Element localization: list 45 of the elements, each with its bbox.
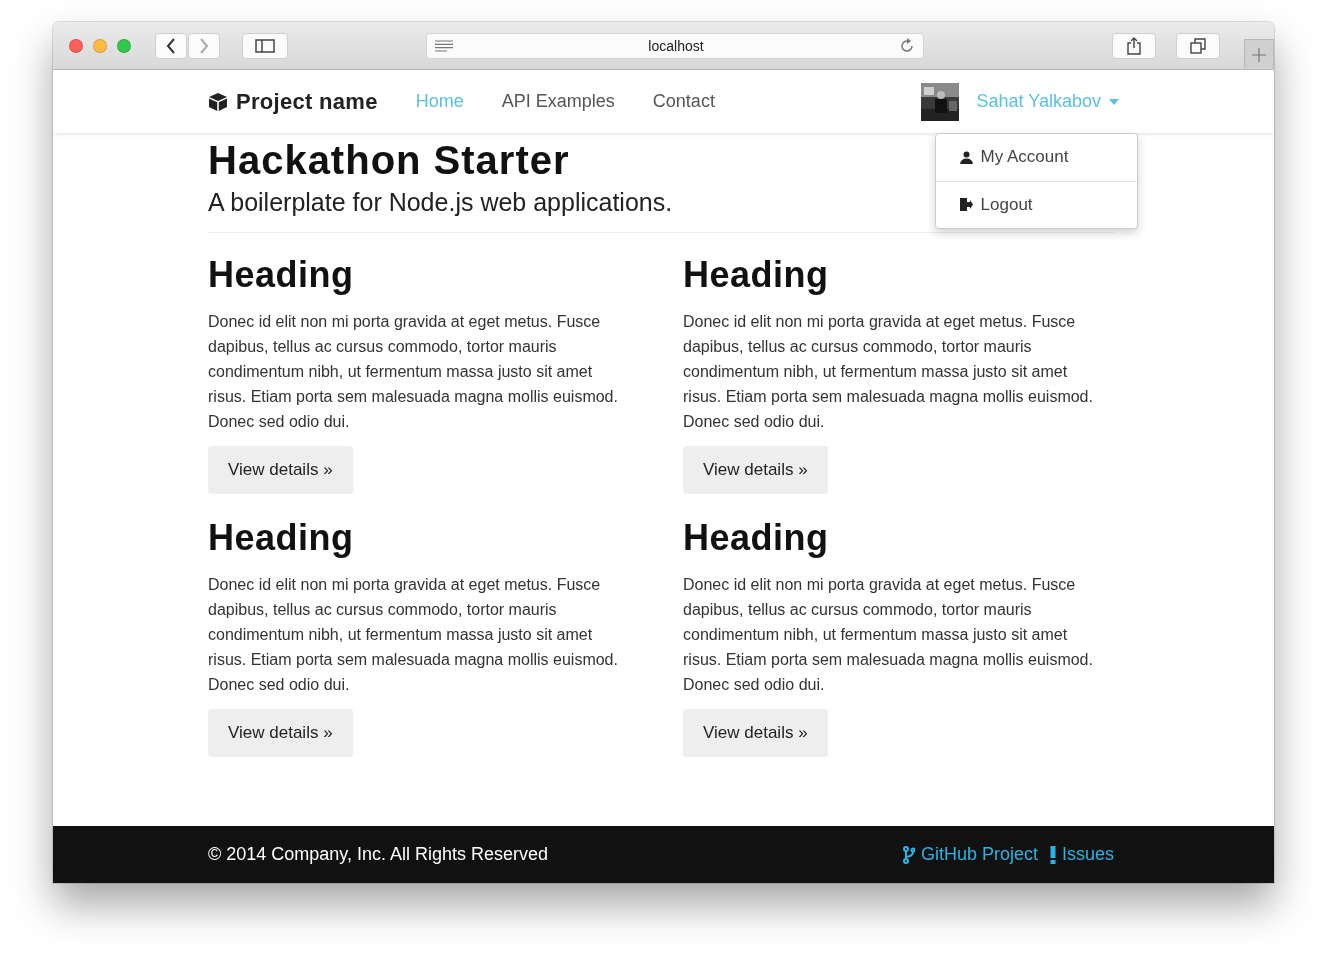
card-text: Donec id elit non mi porta gravida at eget metus. Fusce dapibus, tellus ac cursus commodo, tortor mauris condimentum nibh, ut fermentum massa justo sit amet risus. Etiam porta sem malesuada magna mollis euismod. Donec sed odio dui.	[683, 575, 1094, 695]
tabs-icon	[1190, 37, 1206, 54]
sidebar-button[interactable]	[242, 32, 288, 59]
reload-icon[interactable]	[899, 37, 915, 54]
card-heading: Heading	[208, 255, 354, 295]
branch-icon	[902, 845, 915, 864]
card-heading: Heading	[683, 518, 829, 558]
view-details-button[interactable]: View details »	[208, 709, 353, 757]
view-details-button[interactable]: View details »	[683, 709, 828, 757]
exclamation-icon	[1049, 845, 1056, 864]
plus-icon	[1252, 47, 1266, 62]
back-button[interactable]	[155, 32, 187, 59]
sidebar-icon	[255, 38, 275, 53]
url-text: localhost	[648, 37, 704, 54]
tabs-button[interactable]	[1176, 32, 1220, 59]
menu-item[interactable]: My Account	[935, 133, 1137, 181]
view-details-button[interactable]: View details »	[208, 446, 353, 494]
footer-link[interactable]: GitHub Project	[902, 844, 1038, 865]
logout-icon	[959, 198, 973, 211]
card-heading: Heading	[683, 255, 829, 295]
brand-link[interactable]: Project name	[208, 88, 378, 115]
share-icon	[1127, 36, 1141, 55]
chevron-right-icon	[199, 37, 209, 54]
page-title: Hackathon Starter	[208, 138, 570, 182]
page-subtitle: A boilerplate for Node.js web applications.	[208, 187, 673, 218]
address-bar[interactable]: localhost	[426, 32, 924, 59]
brand-name: Project name	[236, 88, 378, 115]
reader-icon[interactable]	[435, 39, 453, 52]
footer-link[interactable]: Issues	[1049, 844, 1114, 865]
close-button[interactable]	[69, 38, 83, 53]
share-button[interactable]	[1112, 32, 1156, 59]
user-icon	[959, 150, 973, 164]
card-text: Donec id elit non mi porta gravida at eget metus. Fusce dapibus, tellus ac cursus commodo, tortor mauris condimentum nibh, ut fermentum massa justo sit amet risus. Etiam porta sem malesuada magna mollis euismod. Donec sed odio dui.	[208, 575, 619, 695]
card-text: Donec id elit non mi porta gravida at eget metus. Fusce dapibus, tellus ac cursus commodo, tortor mauris condimentum nibh, ut fermentum massa justo sit amet risus. Etiam porta sem malesuada magna mollis euismod. Donec sed odio dui.	[208, 312, 619, 432]
cube-icon	[208, 91, 228, 112]
chevron-left-icon	[166, 37, 176, 54]
copyright-text: © 2014 Company, Inc. All Rights Reserved	[208, 844, 549, 865]
caret-icon	[1109, 98, 1119, 105]
zoom-button[interactable]	[117, 38, 131, 53]
card-heading: Heading	[208, 518, 354, 558]
view-details-button[interactable]: View details »	[683, 446, 828, 494]
nav-link[interactable]: Contact	[652, 91, 715, 112]
nav-link[interactable]: API Examples	[501, 91, 615, 112]
card-text: Donec id elit non mi porta gravida at eget metus. Fusce dapibus, tellus ac cursus commodo, tortor mauris condimentum nibh, ut fermentum massa justo sit amet risus. Etiam porta sem malesuada magna mollis euismod. Donec sed odio dui.	[683, 312, 1094, 432]
menu-item[interactable]: Logout	[935, 180, 1137, 228]
